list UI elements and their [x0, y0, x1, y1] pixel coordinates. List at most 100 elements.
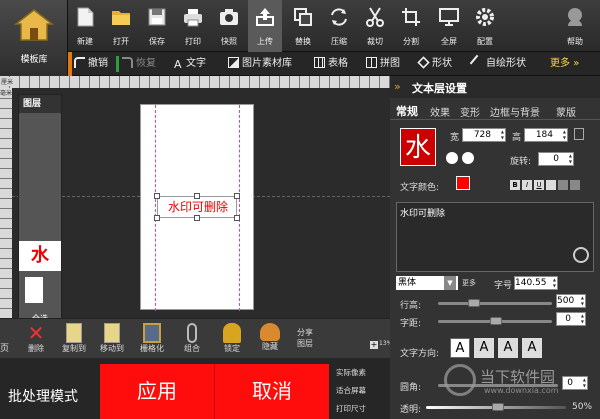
layer-thumbnail-page[interactable]: [25, 277, 43, 303]
delete-button[interactable]: ✕ 删除: [16, 323, 56, 354]
fullscreen-button[interactable]: 全屏: [432, 0, 466, 52]
hide-button[interactable]: 隐藏: [250, 323, 290, 352]
settings-button[interactable]: 配置: [468, 0, 502, 52]
new-button[interactable]: 新建: [68, 0, 102, 52]
monitor-icon: [439, 8, 459, 26]
tab-mask[interactable]: 蒙版: [556, 104, 576, 119]
line-height-label: 行高:: [400, 301, 422, 311]
cancel-button[interactable]: 取消: [215, 364, 329, 419]
layer-thumbnail-text[interactable]: 水: [19, 241, 61, 271]
save-button[interactable]: 保存: [140, 0, 174, 52]
cut-button[interactable]: 裁切: [358, 0, 392, 52]
text-content: 水印可删除: [400, 209, 446, 219]
material-library-button[interactable]: 图片素材库: [228, 56, 292, 72]
more-fonts-button[interactable]: 更多: [462, 278, 476, 288]
upload-icon: [256, 8, 274, 26]
lock-icon: [223, 323, 241, 343]
compress-button[interactable]: 压缩: [322, 0, 356, 52]
table-button[interactable]: 表格: [314, 56, 348, 72]
fullscreen-label: 全屏: [441, 37, 457, 46]
resize-handle[interactable]: [234, 215, 240, 221]
zoom-in-icon[interactable]: +: [370, 341, 378, 349]
flip-horizontal-icon[interactable]: [446, 152, 458, 164]
resize-handle[interactable]: [154, 193, 160, 199]
resize-handle[interactable]: [234, 193, 240, 199]
direction-vertical-icon[interactable]: A: [474, 338, 494, 358]
snapshot-button[interactable]: 快照: [212, 0, 246, 52]
direction-horizontal-icon[interactable]: A: [450, 338, 470, 358]
folder-icon: [112, 11, 130, 25]
underline-icon[interactable]: U: [534, 180, 544, 190]
align-left-icon[interactable]: [546, 180, 556, 190]
bold-icon[interactable]: B: [510, 180, 520, 190]
custom-shape-label: 自绘形状: [486, 58, 526, 69]
width-input[interactable]: 728: [462, 128, 506, 142]
material-library-label: 图片素材库: [242, 58, 292, 69]
print-button[interactable]: 打印: [176, 0, 210, 52]
replace-button[interactable]: 替换: [286, 0, 320, 52]
upload-button[interactable]: 上传: [248, 0, 282, 52]
text-color-swatch[interactable]: [456, 176, 470, 190]
direction-stack-icon[interactable]: A: [522, 338, 542, 358]
resize-handle[interactable]: [154, 215, 160, 221]
open-button[interactable]: 打开: [104, 0, 138, 52]
direction-rotate-icon[interactable]: A: [498, 338, 518, 358]
document-page[interactable]: 水印可删除: [140, 104, 254, 311]
tab-border-background[interactable]: 边框与背景: [490, 104, 540, 119]
help-button[interactable]: 帮助: [558, 0, 592, 52]
opacity-label: 透明:: [400, 405, 422, 415]
undo-button[interactable]: 撤销: [74, 56, 108, 72]
split-button[interactable]: 分割: [394, 0, 428, 52]
align-right-icon[interactable]: [570, 180, 580, 190]
redo-button[interactable]: 恢复: [122, 56, 156, 72]
tab-general[interactable]: 常规: [396, 103, 418, 119]
lock-button[interactable]: 锁定: [212, 323, 252, 354]
height-label: 高: [512, 133, 522, 143]
margin-guide-right: [239, 105, 240, 311]
italic-icon[interactable]: I: [522, 180, 532, 190]
group-button[interactable]: 组合: [172, 323, 212, 354]
line-height-knob[interactable]: [468, 299, 480, 307]
rasterize-button[interactable]: 栅格化: [132, 323, 172, 354]
undo-icon: [74, 57, 85, 68]
fit-screen-button[interactable]: 适合屏幕: [336, 382, 386, 400]
rotate-input[interactable]: 0: [538, 152, 574, 166]
text-button[interactable]: A 文字: [174, 56, 206, 72]
zoom-in-icon[interactable]: [573, 247, 589, 263]
resize-handle[interactable]: [194, 215, 200, 221]
copy-icon: [294, 8, 312, 26]
ruler-unit-vertical: 毫米: [0, 88, 13, 97]
line-height-slider[interactable]: [438, 302, 552, 305]
text-color-label: 文字颜色:: [400, 183, 440, 193]
site-logo-icon: [444, 364, 476, 396]
flip-vertical-icon[interactable]: [462, 152, 474, 164]
share-layer-button[interactable]: 分享 图层: [290, 327, 320, 349]
tab-transform[interactable]: 变形: [460, 104, 480, 119]
font-select[interactable]: 黑体 ▼: [396, 276, 458, 290]
move-to-button[interactable]: 移动到: [92, 323, 132, 354]
print-size-button[interactable]: 打印尺寸: [336, 400, 386, 418]
more-button[interactable]: 更多 »: [550, 56, 579, 72]
copy-to-button[interactable]: 复制到: [54, 323, 94, 354]
spacing-knob[interactable]: [490, 317, 502, 325]
align-center-icon[interactable]: [558, 180, 568, 190]
apply-button[interactable]: 应用: [100, 364, 214, 419]
shape-button[interactable]: 形状: [417, 56, 452, 72]
camera-icon: [220, 9, 238, 25]
font-value: 黑体: [398, 278, 417, 288]
collage-label: 拼图: [380, 58, 400, 69]
lock-ratio-icon[interactable]: [574, 128, 584, 140]
opacity-knob[interactable]: [492, 403, 504, 411]
height-input[interactable]: 184: [524, 128, 568, 142]
collage-button[interactable]: 拼图: [366, 56, 400, 72]
line-height-input[interactable]: 500: [556, 294, 586, 308]
custom-shape-button[interactable]: 自绘形状: [469, 54, 526, 72]
actual-pixels-button[interactable]: 实际像素: [336, 364, 386, 382]
tab-effects[interactable]: 效果: [430, 104, 450, 119]
font-size-input[interactable]: 140.55: [514, 276, 558, 290]
text-content-area[interactable]: 水印可删除: [396, 202, 594, 272]
canvas-workspace[interactable]: 图层 水 全选 水印可删除: [12, 88, 390, 348]
spacing-input[interactable]: 0: [556, 312, 586, 326]
resize-handle[interactable]: [194, 193, 200, 199]
template-library-button[interactable]: 模板库: [0, 0, 68, 76]
